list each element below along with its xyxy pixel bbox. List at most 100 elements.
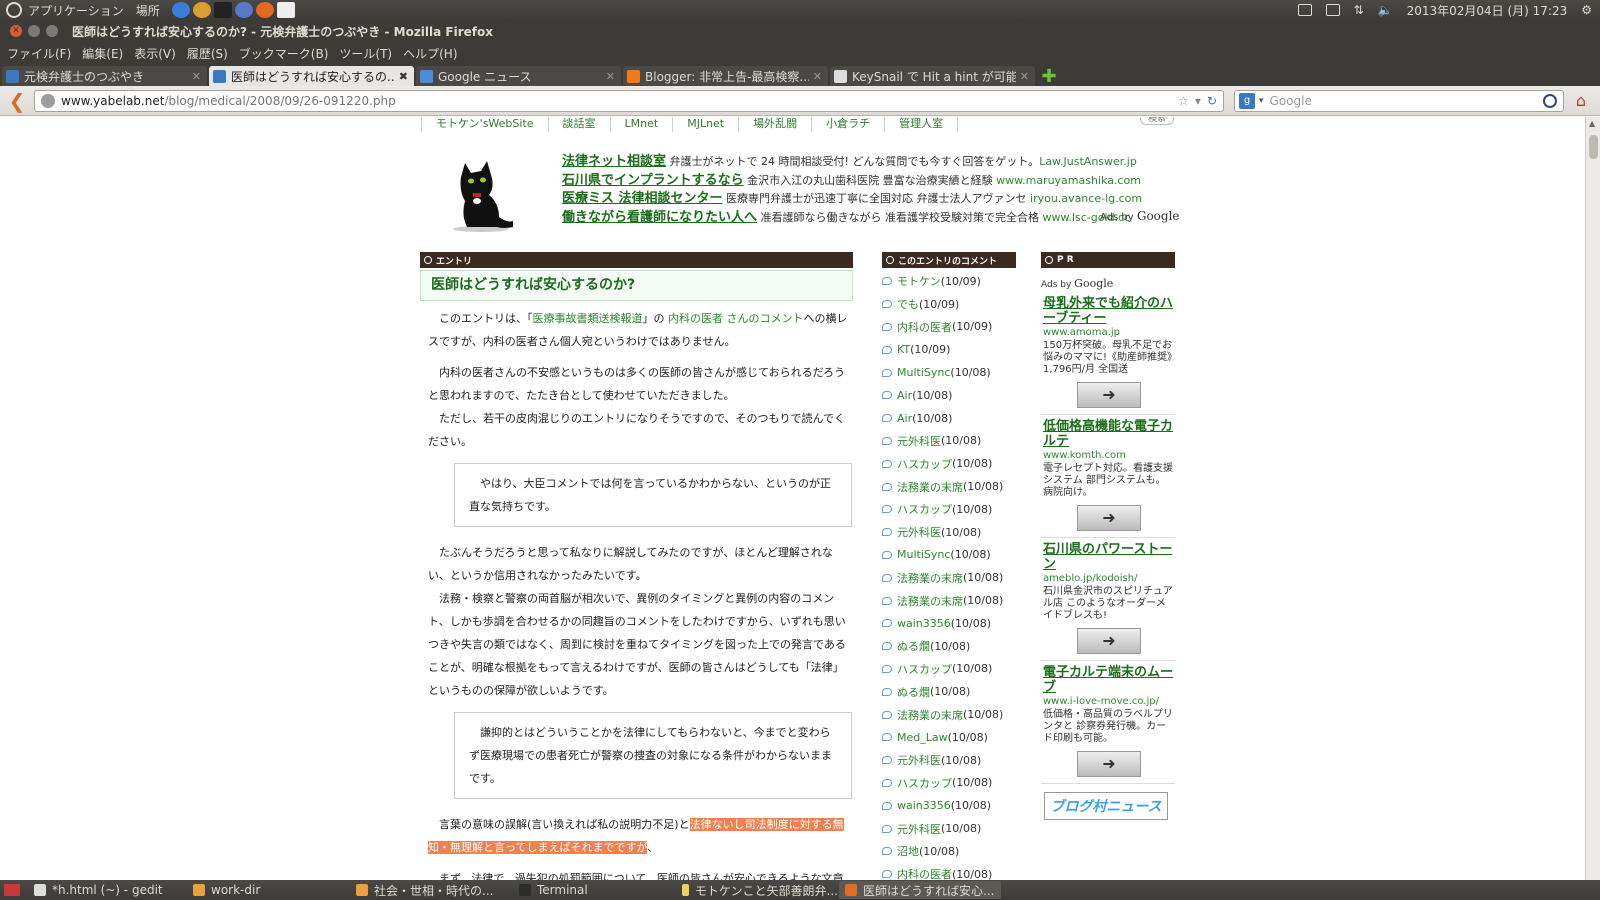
comment-item[interactable]: wain3356 (10/08) [882, 612, 1022, 635]
taskbar-item[interactable]: work-dir [187, 881, 349, 899]
comment-item[interactable]: 法務業の末席 (10/08) [882, 589, 1022, 612]
comment-author[interactable]: 内科の医者 [897, 866, 952, 880]
ads-by-google[interactable]: Ads by Google [1041, 277, 1175, 290]
comment-item[interactable]: ぬる燗 (10/08) [882, 680, 1022, 703]
link-accident-report[interactable]: 医療事故書類送検報道 [533, 312, 643, 325]
tab-blogger[interactable]: Blogger: 非常上告-最高検察... ✕ [623, 66, 828, 86]
comment-author[interactable]: Med_Law [897, 731, 948, 744]
comment-author[interactable]: wain3356 [897, 617, 951, 630]
taskbar-item[interactable]: モトケンこと矢部善朗弁... [676, 881, 838, 899]
comment-item[interactable]: MultiSync (10/08) [882, 361, 1022, 384]
arrow-right-icon[interactable]: ➜ [1077, 505, 1141, 531]
comment-item[interactable]: 法務業の末席 (10/08) [882, 566, 1022, 589]
back-button[interactable]: ❮ [6, 89, 28, 113]
scroll-up-icon[interactable]: ▲ [1589, 119, 1595, 128]
comment-item[interactable]: 元外科医 (10/08) [882, 749, 1022, 772]
search-tab[interactable]: 検索 [1140, 117, 1174, 125]
comment-author[interactable]: 元外科医 [897, 433, 941, 449]
site-nav-ogura[interactable]: 小倉ラチ [811, 117, 884, 132]
menu-bookmarks[interactable]: ブックマーク(B) [239, 45, 329, 62]
menu-applications[interactable]: アプリケーション [28, 2, 124, 19]
pr-ad-title[interactable]: 電子カルテ端末のムーブ [1043, 665, 1175, 695]
taskbar-item[interactable]: Terminal [513, 881, 675, 899]
site-nav-website[interactable]: モトケン'sWebSite [421, 117, 548, 132]
site-nav-jogai[interactable]: 場外乱闘 [738, 117, 811, 132]
comment-author[interactable]: 法務業の末席 [897, 479, 963, 495]
notes-indicator-icon[interactable] [1297, 4, 1312, 16]
comment-item[interactable]: Med_Law (10/08) [882, 726, 1022, 749]
battery-icon[interactable] [1325, 4, 1340, 16]
volume-icon[interactable]: 🔈 [1378, 3, 1393, 17]
comment-item[interactable]: KT (10/09) [882, 338, 1022, 361]
comment-author[interactable]: 法務業の末席 [897, 707, 963, 723]
site-nav-danwashitsu[interactable]: 談話室 [547, 117, 610, 132]
thunderbird-launcher-icon[interactable] [234, 2, 253, 18]
ads-by-google[interactable]: Ads by Google [1100, 209, 1180, 223]
comment-author[interactable]: 元外科医 [897, 524, 941, 540]
tab-motoken-blog[interactable]: 元検弁護士のつぶやき ✕ [2, 66, 207, 86]
firefox-launcher-icon[interactable] [255, 2, 274, 18]
text-editor-launcher-icon[interactable] [276, 2, 295, 18]
top-ad-title[interactable]: 法律ネット相談室 [562, 154, 666, 169]
terminal-launcher-icon[interactable] [213, 2, 232, 18]
blogmura-banner[interactable]: ブログ村ニュース [1044, 792, 1168, 820]
comment-author[interactable]: 法務業の末席 [897, 593, 963, 609]
maximize-window-button[interactable] [46, 25, 58, 37]
menu-tools[interactable]: ツール(T) [339, 45, 392, 62]
reload-icon[interactable]: ↻ [1207, 94, 1217, 108]
comment-author[interactable]: KT [897, 343, 910, 356]
menu-help[interactable]: ヘルプ(H) [403, 45, 457, 62]
pr-ad-url[interactable]: www.komth.com [1043, 449, 1175, 463]
arrow-right-icon[interactable]: ➜ [1077, 751, 1141, 777]
search-engine-icon[interactable]: g [1239, 92, 1255, 109]
pr-ad-title[interactable]: 石川県のパワーストーン [1043, 542, 1175, 572]
search-engine-dropdown-icon[interactable]: ▾ [1259, 96, 1264, 106]
vertical-scrollbar[interactable]: ▲ [1585, 117, 1600, 880]
scrollbar-thumb[interactable] [1589, 135, 1598, 159]
top-ad-url[interactable]: Law.JustAnswer.jp [1039, 155, 1137, 168]
comment-item[interactable]: 沼地 (10/08) [882, 840, 1022, 863]
comment-author[interactable]: でも [897, 296, 919, 312]
home-icon[interactable]: ⌂ [1572, 91, 1590, 110]
comment-author[interactable]: 法務業の末席 [897, 570, 963, 586]
comment-author[interactable]: 内科の医者 [897, 319, 952, 335]
arrow-right-icon[interactable]: ➜ [1077, 382, 1141, 408]
tab-google-news[interactable]: Google ニュース ✕ [416, 66, 621, 86]
top-ad-url[interactable]: www.maruyamashika.com [996, 174, 1141, 187]
history-dropdown-icon[interactable]: ▾ [1195, 94, 1201, 108]
comment-author[interactable]: MultiSync [897, 366, 950, 379]
ubuntu-logo-icon[interactable] [6, 2, 22, 18]
show-desktop-button[interactable] [4, 884, 20, 896]
comment-item[interactable]: ハスカップ (10/08) [882, 498, 1022, 521]
site-nav-admin[interactable]: 管理人室 [884, 117, 959, 132]
comment-item[interactable]: でも (10/09) [882, 293, 1022, 316]
comment-author[interactable]: 沼地 [897, 843, 919, 859]
tab-current-article[interactable]: 医師はどうすれば安心するの... ✖ [209, 66, 414, 86]
tab-keysnail[interactable]: KeySnail で Hit a hint が可能... ✕ [830, 66, 1035, 86]
comment-author[interactable]: ハスカップ [897, 661, 952, 677]
comment-item[interactable]: ハスカップ (10/08) [882, 772, 1022, 795]
comment-item[interactable]: ぬる燗 (10/08) [882, 635, 1022, 658]
minimize-window-button[interactable] [28, 25, 40, 37]
network-icon[interactable]: ⇅ [1354, 3, 1364, 17]
menu-file[interactable]: ファイル(F) [7, 45, 71, 62]
search-input[interactable]: g ▾ Google [1234, 89, 1564, 112]
comment-author[interactable]: ぬる燗 [897, 638, 930, 654]
pr-ad-title[interactable]: 低価格高機能な電子カルテ [1043, 419, 1175, 449]
url-bar[interactable]: www.yabelab.net /blog/medical/2008/09/26… [34, 89, 1224, 112]
comment-item[interactable]: 元外科医 (10/08) [882, 521, 1022, 544]
comment-item[interactable]: 内科の医者 (10/08) [882, 863, 1022, 880]
comment-item[interactable]: モトケン (10/09) [882, 270, 1022, 293]
comment-item[interactable]: ハスカップ (10/08) [882, 452, 1022, 475]
menu-view[interactable]: 表示(V) [134, 45, 176, 62]
top-ad-title[interactable]: 石川県でインプラントするなら [562, 173, 744, 188]
close-tab-icon[interactable]: ✕ [813, 70, 822, 83]
comment-item[interactable]: 法務業の末席 (10/08) [882, 475, 1022, 498]
comment-item[interactable]: 法務業の末席 (10/08) [882, 703, 1022, 726]
comment-item[interactable]: MultiSync (10/08) [882, 544, 1022, 567]
comment-item[interactable]: Air (10/08) [882, 407, 1022, 430]
taskbar-item[interactable]: 社会・世相・時代の... [350, 881, 512, 899]
top-ad-url[interactable]: iryou.avance-lg.com [1030, 192, 1142, 205]
pr-ad-url[interactable]: ameblo.jp/kodoish/ [1043, 572, 1175, 586]
comment-item[interactable]: wain3356 (10/08) [882, 794, 1022, 817]
